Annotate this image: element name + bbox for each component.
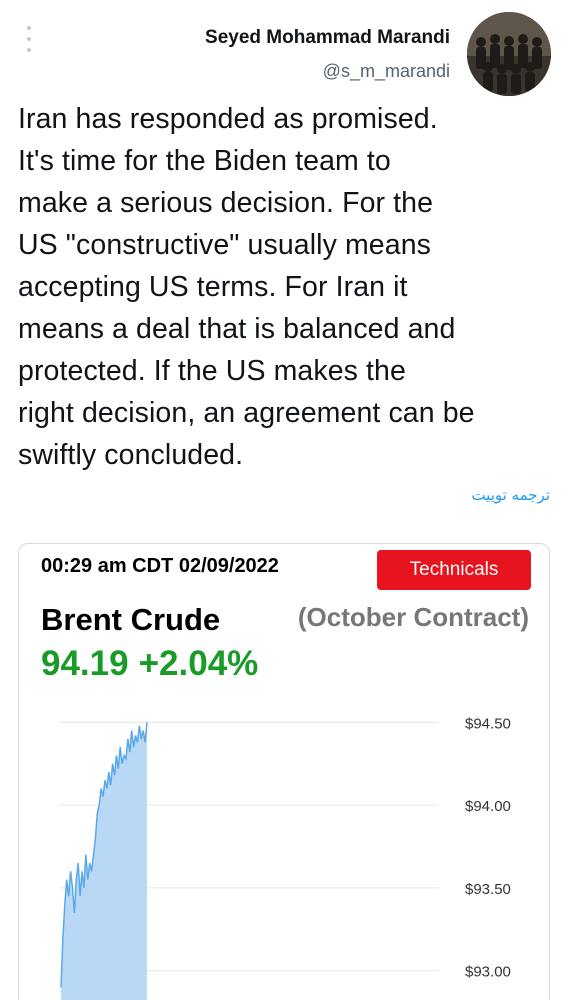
tweet-line: protected. If the US makes the	[18, 355, 406, 387]
more-options-icon[interactable]	[22, 26, 36, 52]
tweet-line: It's time for the Biden team to	[18, 145, 391, 177]
y-tick-label: $93.50	[465, 881, 511, 898]
quote-card[interactable]: 00:29 am CDT 02/09/2022 Technicals Brent…	[18, 543, 550, 1000]
tweet-screen: Seyed Mohammad Marandi @s_m_marandi Iran…	[0, 0, 568, 1000]
translate-tweet-link[interactable]: ترجمه توییت	[471, 486, 550, 504]
tweet-line: swiftly concluded.	[18, 439, 244, 471]
avatar[interactable]	[467, 12, 551, 96]
tweet-line: Iran has responded as promised.	[18, 103, 438, 135]
y-tick-label: $94.00	[465, 798, 511, 815]
tweet-line: US "constructive" usually means	[18, 229, 431, 261]
author-handle[interactable]: @s_m_marandi	[323, 61, 450, 82]
tweet-line: make a serious decision. For the	[18, 187, 434, 219]
author-name[interactable]: Seyed Mohammad Marandi	[205, 27, 450, 49]
tweet-line: accepting US terms. For Iran it	[18, 271, 408, 303]
price-chart: $94.50 $94.00 $93.50 $93.00	[59, 715, 511, 1000]
y-tick-label: $93.00	[465, 964, 511, 981]
price-area	[61, 722, 147, 1000]
tweet-line: means a deal that is balanced and	[18, 313, 456, 345]
tweet-text: Iran has responded as promised. It's tim…	[18, 98, 554, 476]
y-tick-label: $94.50	[465, 715, 511, 732]
tweet-line: right decision, an agreement can be	[18, 397, 475, 429]
